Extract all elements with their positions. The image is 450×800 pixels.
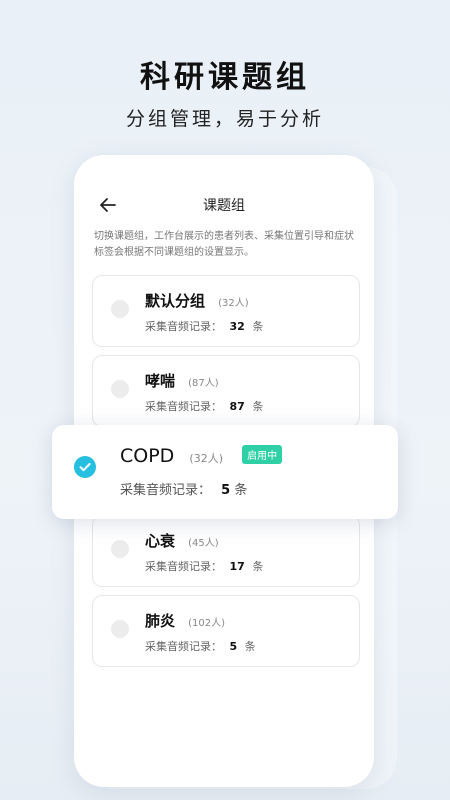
group-name: 默认分组 [145, 292, 206, 310]
group-name: 心衰 [145, 532, 176, 550]
hero-subtitle: 分组管理，易于分析 [125, 108, 324, 130]
group-member-count: (32人) [218, 298, 249, 309]
group-member-count: (45人) [188, 538, 219, 549]
group-card-default[interactable]: 默认分组 (32人) 采集音频记录： 32 条 [92, 275, 360, 347]
group-card-pneumonia[interactable]: 肺炎 (102人) 采集音频记录： 5 条 [92, 595, 360, 667]
record-unit: 条 [252, 320, 264, 333]
record-count: 5 [229, 640, 238, 653]
group-member-count: (32人) [189, 452, 223, 465]
record-unit: 条 [252, 400, 264, 413]
group-member-count: (87人) [188, 378, 219, 389]
group-card-asthma[interactable]: 哮喘 (87人) 采集音频记录： 87 条 [92, 355, 360, 427]
record-count: 5 [221, 483, 231, 498]
record-count: 87 [229, 400, 245, 413]
radio-unselected[interactable] [111, 540, 129, 558]
record-label: 采集音频记录： [145, 400, 222, 413]
radio-selected[interactable] [74, 456, 96, 478]
group-card-heart-failure[interactable]: 心衰 (45人) 采集音频记录： 17 条 [92, 515, 360, 587]
record-label: 采集音频记录： [120, 483, 212, 498]
record-count: 32 [229, 320, 245, 333]
hero-title: 科研课题组 [140, 60, 310, 95]
record-unit: 条 [234, 483, 248, 498]
group-card-copd-active[interactable]: COPD (32人) 启用中 采集音频记录： 5 条 [52, 425, 398, 519]
group-name: 哮喘 [145, 372, 176, 390]
record-label: 采集音频记录： [145, 640, 222, 653]
record-label: 采集音频记录： [145, 320, 222, 333]
record-unit: 条 [252, 560, 264, 573]
record-count: 17 [229, 560, 245, 573]
radio-unselected[interactable] [111, 620, 129, 638]
group-name: COPD [120, 445, 175, 467]
group-member-count: (102人) [188, 618, 225, 629]
check-icon [79, 463, 91, 472]
screen-description: 切换课题组，工作台展示的患者列表、采集位置引导和症状标签会根据不同课题组的设置显… [94, 231, 354, 258]
screen-title: 课题组 [203, 198, 245, 214]
radio-unselected[interactable] [111, 300, 129, 318]
radio-unselected[interactable] [111, 380, 129, 398]
group-name: 肺炎 [145, 612, 176, 630]
record-unit: 条 [244, 640, 256, 653]
active-status-badge: 启用中 [242, 445, 283, 464]
record-label: 采集音频记录： [145, 560, 222, 573]
